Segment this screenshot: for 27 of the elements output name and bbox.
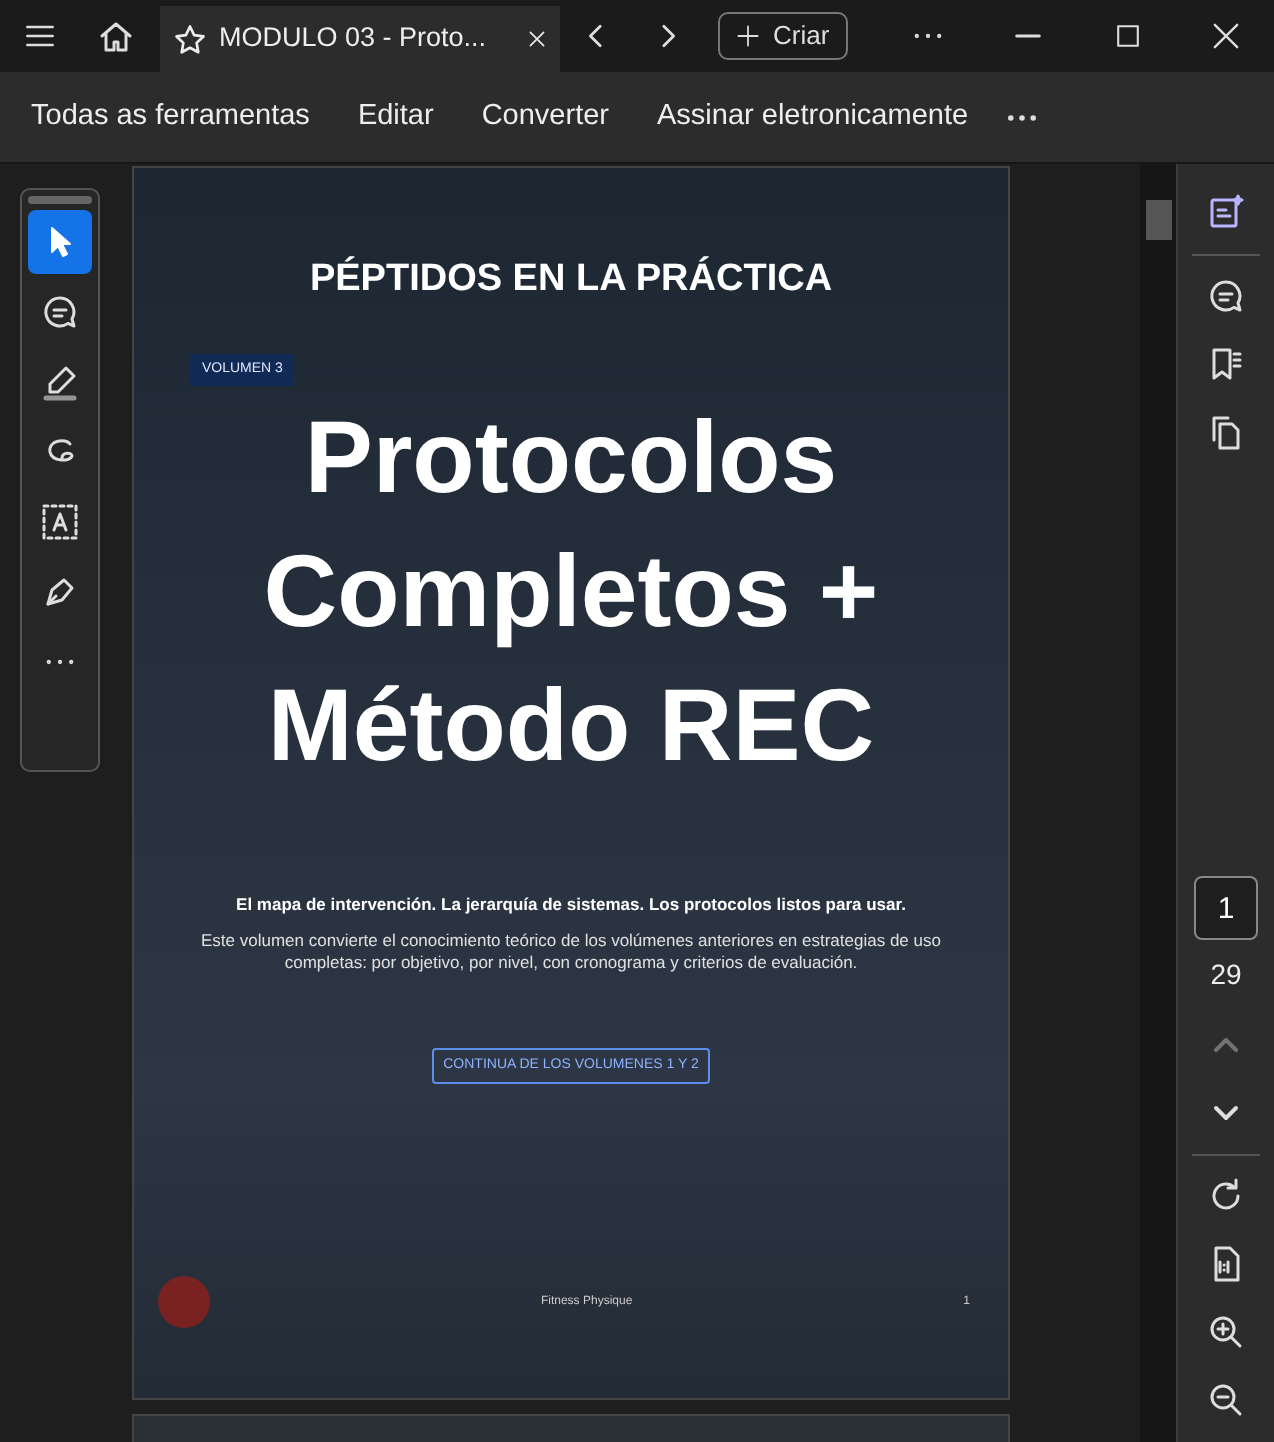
plus-icon: [735, 24, 759, 48]
ai-assistant-icon[interactable]: [1206, 192, 1246, 232]
document-tab[interactable]: MODULO 03 - Proto...: [159, 6, 559, 72]
toolbar-menu-item[interactable]: Converter: [457, 95, 633, 139]
page-number-field[interactable]: 1: [1194, 876, 1258, 940]
create-button[interactable]: Criar: [717, 12, 848, 60]
speech-bubble-icon: [40, 292, 80, 332]
page-title: Protocolos Completos + Método REC: [263, 398, 879, 786]
scrollbar-thumb[interactable]: [1145, 200, 1171, 240]
logo-circle: [158, 1276, 210, 1329]
tagline: El mapa de intervención. La jerarquía de sistemas. Los protocolos listos para usar.: [236, 892, 906, 918]
zoom-out-icon[interactable]: [1206, 1380, 1246, 1420]
star-icon[interactable]: [171, 21, 207, 57]
close-icon[interactable]: [1210, 20, 1242, 52]
marker-icon: [40, 362, 80, 402]
toolbar-menu-item[interactable]: Todas as ferramentas: [7, 95, 334, 139]
description-text: Este volumen convierte el conocimiento teórico de los volúmenes anteriores en estrategias de uso completas: por objetivo, por nivel, con cronograma y criterios de evaluación.: [199, 929, 943, 976]
maximize-icon[interactable]: [1114, 22, 1142, 50]
toolbar-menu-item[interactable]: Editar: [333, 95, 458, 139]
text-box-icon: [40, 502, 80, 542]
page-count: 29: [1210, 956, 1242, 994]
page-heading: PÉPTIDOS EN LA PRÁCTICA: [309, 254, 833, 304]
toolbar-menu-item[interactable]: Assinar eletronicamente: [633, 95, 993, 139]
comment-icon[interactable]: [1206, 276, 1246, 316]
close-icon[interactable]: [525, 28, 547, 50]
zoom-in-icon[interactable]: [1206, 1312, 1246, 1352]
tool-button[interactable]: [28, 210, 92, 274]
